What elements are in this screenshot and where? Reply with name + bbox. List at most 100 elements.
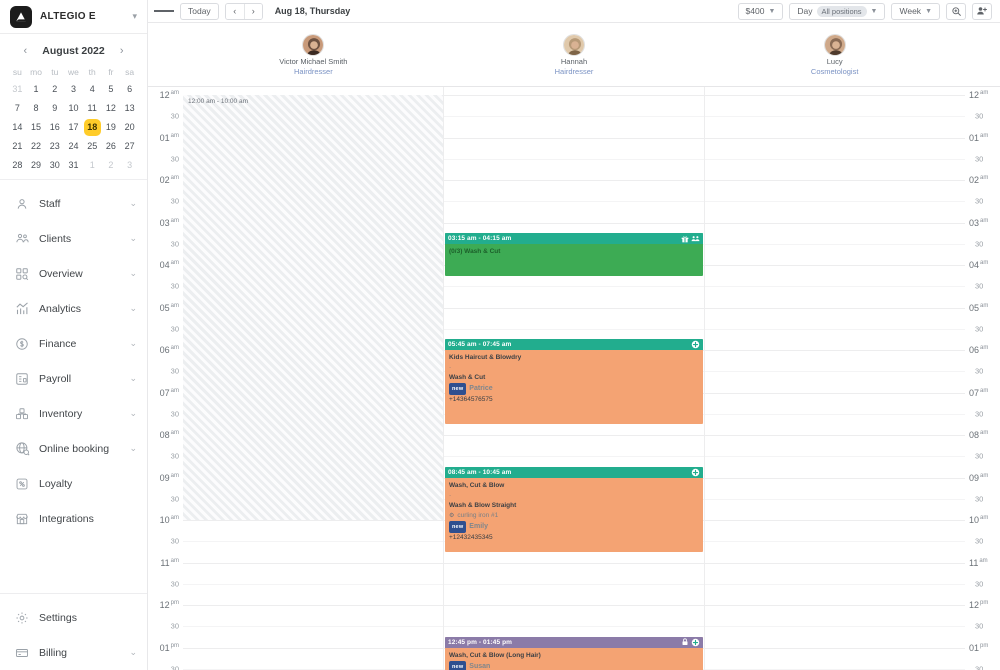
chevron-down-icon[interactable]: ⌄ <box>129 647 137 658</box>
calendar-day[interactable]: 1 <box>27 80 46 99</box>
sidebar-item-inventory[interactable]: Inventory ⌄ <box>0 396 147 431</box>
appointment-block[interactable]: 12:45 pm - 01:45 pm Wash, Cut & Blow (Lon… <box>445 636 703 670</box>
calendar-day[interactable]: 22 <box>27 137 46 156</box>
blocked-time-region[interactable]: 12:00 am - 10:00 am <box>183 95 443 520</box>
chevron-down-icon[interactable]: ▾ <box>132 11 139 22</box>
calendar-day[interactable]: 3 <box>64 80 83 99</box>
chevron-down-icon[interactable]: ⌄ <box>129 338 137 349</box>
sidebar-item-clients[interactable]: Clients ⌄ <box>0 221 147 256</box>
appointment-title: Wash, Cut & Blow <box>449 481 505 489</box>
lock-icon[interactable] <box>680 638 689 647</box>
calendar-day[interactable]: 29 <box>27 156 46 175</box>
plus-circle-icon[interactable] <box>691 638 700 647</box>
search-zoom-icon[interactable] <box>946 2 966 20</box>
calendar-day[interactable]: 13 <box>120 99 139 118</box>
calendar-day[interactable]: 9 <box>45 99 64 118</box>
calendar-day[interactable]: 20 <box>120 118 139 137</box>
plus-circle-icon[interactable] <box>691 468 700 477</box>
time-label-half-hour: 30 <box>975 664 984 670</box>
calendar-day[interactable]: 11 <box>83 99 102 118</box>
time-label-half-hour: 30 <box>170 239 179 249</box>
staff-column-lucy[interactable]: Lucy Cosmetologist <box>704 23 965 86</box>
sidebar-item-settings[interactable]: Settings <box>0 600 147 635</box>
day-column-2[interactable] <box>705 87 965 670</box>
positions-filter-button[interactable]: Day All positions ▼ <box>789 2 886 20</box>
chevron-down-icon[interactable]: ⌄ <box>129 408 137 419</box>
appointment-block[interactable]: 08:45 am - 10:45 am Wash, Cut & Blow · Wash… <box>445 466 703 552</box>
hamburger-icon[interactable] <box>154 1 175 21</box>
calendar-day[interactable]: 8 <box>27 99 46 118</box>
appointment-block[interactable]: 05:45 am - 07:45 am Kids Haircut & Blowdr… <box>445 339 703 425</box>
calendar-day[interactable]: 10 <box>64 99 83 118</box>
time-hour: 05 <box>159 302 170 313</box>
calendar-prev-month-icon[interactable]: ‹ <box>18 45 32 57</box>
calendar-day[interactable]: 12 <box>102 99 121 118</box>
sidebar-item-payroll[interactable]: Payroll ⌄ <box>0 361 147 396</box>
calendar-day[interactable]: 17 <box>64 118 83 137</box>
sidebar-item-billing[interactable]: Billing ⌄ <box>0 635 147 670</box>
staff-column-hannah[interactable]: Hannah Hairdresser <box>444 23 705 86</box>
sidebar-item-integrations[interactable]: Integrations <box>0 501 147 536</box>
calendar-day[interactable]: 7 <box>8 99 27 118</box>
chevron-down-icon[interactable]: ⌄ <box>129 373 137 384</box>
calendar-day-label: 7 <box>14 103 20 113</box>
calendar-day[interactable]: 14 <box>8 118 27 137</box>
calendar-day[interactable]: 1 <box>83 156 102 175</box>
calendar-day[interactable]: 19 <box>102 118 121 137</box>
calendar-day[interactable]: 4 <box>83 80 102 99</box>
chevron-down-icon[interactable]: ⌄ <box>129 303 137 314</box>
calendar-day[interactable]: 6 <box>120 80 139 99</box>
calendar-day[interactable]: 5 <box>102 80 121 99</box>
calendar-day-label: 11 <box>87 103 97 113</box>
sidebar-item-overview[interactable]: Overview ⌄ <box>0 256 147 291</box>
calendar-day[interactable]: 31 <box>64 156 83 175</box>
sidebar-item-analytics[interactable]: Analytics ⌄ <box>0 291 147 326</box>
prev-day-button[interactable]: ‹ <box>225 3 244 19</box>
calendar-day[interactable]: 2 <box>102 156 121 175</box>
calendar-day[interactable]: 30 <box>45 156 64 175</box>
appointment-client-name: Susan <box>469 662 491 670</box>
calendar-day[interactable]: 3 <box>120 156 139 175</box>
range-select-button[interactable]: Week ▼ <box>891 2 940 20</box>
sidebar-item-finance[interactable]: Finance ⌄ <box>0 326 147 361</box>
brand-selector[interactable]: ALTEGIO E ▾ <box>0 0 147 34</box>
calendar-day[interactable]: 21 <box>8 137 27 156</box>
staff-role: Hairdresser <box>554 66 594 76</box>
sidebar-item-staff[interactable]: Staff ⌄ <box>0 186 147 221</box>
calendar-day[interactable]: 25 <box>83 137 102 156</box>
calendar-day[interactable]: 31 <box>8 80 27 99</box>
gift-icon[interactable] <box>680 234 689 243</box>
chevron-down-icon[interactable]: ⌄ <box>129 268 137 279</box>
amount-filter-button[interactable]: $400 ▼ <box>737 2 784 20</box>
calendar-day[interactable]: 2 <box>45 80 64 99</box>
appointment-resource-label: curling iron #1 <box>457 511 499 519</box>
new-client-badge: new <box>449 383 467 396</box>
today-button[interactable]: Today <box>180 2 219 20</box>
sidebar-item-loyalty[interactable]: Loyalty <box>0 466 147 501</box>
calendar-day[interactable]: 27 <box>120 137 139 156</box>
time-meridiem: am <box>170 260 179 266</box>
calendar-day[interactable]: 26 <box>102 137 121 156</box>
group-icon[interactable] <box>691 234 700 243</box>
calendar-day[interactable]: 28 <box>8 156 27 175</box>
day-column-1[interactable]: 03:15 am - 04:15 am (0/3) Wash & Cut 05:45… <box>444 87 705 670</box>
time-label-hour: 12pm <box>160 600 179 610</box>
sidebar-item-online-booking[interactable]: Online booking ⌄ <box>0 431 147 466</box>
add-user-icon[interactable] <box>972 2 992 20</box>
calendar-day[interactable]: 16 <box>45 118 64 137</box>
day-column-0[interactable]: 12:00 am - 10:00 am <box>183 87 444 670</box>
calendar-day-selected[interactable]: 18 <box>83 118 102 137</box>
staff-column-victor[interactable]: Victor Michael Smith Hairdresser <box>183 23 444 86</box>
chevron-down-icon[interactable]: ⌄ <box>129 233 137 244</box>
calendar-day[interactable]: 24 <box>64 137 83 156</box>
plus-circle-icon[interactable] <box>691 340 700 349</box>
time-hour: 09 <box>969 472 980 483</box>
appointment-block[interactable]: 03:15 am - 04:15 am (0/3) Wash & Cut <box>445 233 703 276</box>
calendar-day[interactable]: 15 <box>27 118 46 137</box>
time-label-hour: 08am <box>160 430 179 440</box>
chevron-down-icon[interactable]: ⌄ <box>129 198 137 209</box>
chevron-down-icon[interactable]: ⌄ <box>129 443 137 454</box>
calendar-next-month-icon[interactable]: › <box>115 45 129 57</box>
calendar-day[interactable]: 23 <box>45 137 64 156</box>
next-day-button[interactable]: › <box>243 3 262 19</box>
